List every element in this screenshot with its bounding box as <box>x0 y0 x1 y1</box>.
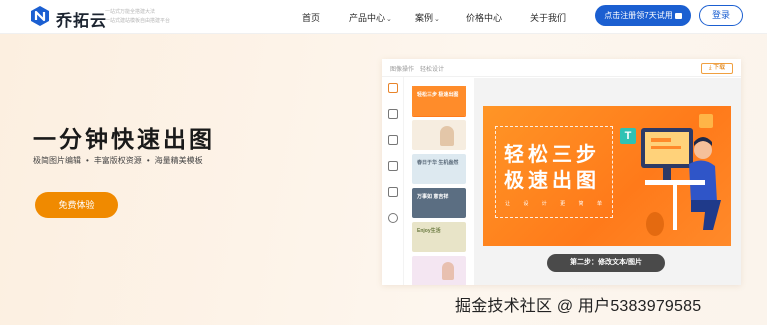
brand-tagline: 一站式万能全搭建大法 一站式建站模板自由搭建平台 <box>105 8 170 26</box>
thumbnail-text: 轻松三步 极速出图 <box>417 92 459 98</box>
breadcrumb-item: 图像操作 <box>390 67 415 73</box>
poster-caption: 让 设 计 更 简 单 <box>505 201 608 207</box>
template-thumbnail[interactable]: 万事如 意吉祥 <box>412 188 466 218</box>
thumbnail-text: 春日于华 生机盎然 <box>417 160 459 166</box>
download-label: 下载 <box>713 65 726 71</box>
template-icon[interactable] <box>388 83 398 93</box>
tagline-line-1: 一站式万能全搭建大法 <box>105 9 156 15</box>
hero-title: 一分钟快速出图 <box>33 126 215 152</box>
background-icon[interactable] <box>388 187 398 197</box>
nav-pricing-label: 价格中心 <box>466 13 503 23</box>
feature-item: 丰富版权资源 <box>93 156 142 165</box>
download-button[interactable]: ⤓ 下载 <box>701 63 733 74</box>
editor-breadcrumb: 图像操作 轻松设计 <box>390 64 450 73</box>
template-thumbnail[interactable] <box>412 120 466 150</box>
nav-products[interactable]: 产品中心⌄ <box>349 11 392 24</box>
gift-icon <box>674 13 682 19</box>
top-header: 乔拓云 一站式万能全搭建大法 一站式建站模板自由搭建平台 首页 产品中心⌄ 案例… <box>0 0 767 34</box>
nav-about-label: 关于我们 <box>530 13 567 23</box>
poster-artwork[interactable]: 轻松三步 极速出图 让 设 计 更 简 单 T <box>483 106 731 246</box>
thumbnail-text: Enjoy生活 <box>417 228 441 234</box>
poster-line-1: 轻松三步 <box>504 144 600 166</box>
editor-toolbar: 图像操作 轻松设计 ⤓ 下载 <box>382 59 741 77</box>
template-thumbnail[interactable]: 春日于华 生机盎然 <box>412 154 466 184</box>
register-trial-label: 点击注册领7天试用 <box>604 11 673 20</box>
poster-line-2: 极速出图 <box>504 170 600 192</box>
register-trial-button[interactable]: 点击注册领7天试用 <box>595 5 691 26</box>
nav-home[interactable]: 首页 <box>302 11 320 24</box>
material-icon[interactable] <box>388 161 398 171</box>
nav-pricing[interactable]: 价格中心 <box>466 11 502 24</box>
template-thumbnail[interactable] <box>412 256 466 285</box>
brand-name[interactable]: 乔拓云 <box>56 7 107 31</box>
tagline-line-2: 一站式建站模板自由搭建平台 <box>105 18 171 24</box>
nav-cases[interactable]: 案例⌄ <box>415 11 440 24</box>
download-icon: ⤓ <box>708 65 712 71</box>
nav-about[interactable]: 关于我们 <box>530 11 566 24</box>
image-icon[interactable] <box>388 135 398 145</box>
hero-section: 一分钟快速出图 极简图片编辑 • 丰富版权资源 • 海量精美模板 免费体验 图像操作 轻松… <box>0 34 767 325</box>
free-trial-button[interactable]: 免费体验 <box>35 192 118 218</box>
person-illustration <box>442 262 454 280</box>
brand-logo-icon[interactable] <box>29 5 51 27</box>
template-thumbnail[interactable]: 轻松三步 极速出图 <box>412 86 466 117</box>
person-illustration <box>440 126 454 146</box>
thumbnail-text: 万事如 意吉祥 <box>417 194 449 200</box>
login-button[interactable]: 登录 <box>699 5 743 26</box>
template-thumbnail-list: 轻松三步 极速出图 春日于华 生机盎然 万事如 意吉祥 Enjoy生活 <box>412 86 466 285</box>
text-icon[interactable] <box>388 109 398 119</box>
breadcrumb-item: 轻松设计 <box>420 67 445 73</box>
bullet-separator: • <box>86 156 89 165</box>
watermark-text: 掘金技术社区 @ 用户5383979585 <box>455 298 702 315</box>
lightbulb-icon <box>699 114 713 128</box>
template-thumbnail[interactable]: Enjoy生活 <box>412 222 466 252</box>
nav-home-label: 首页 <box>302 13 321 23</box>
feature-item: 极简图片编辑 <box>33 156 81 165</box>
feature-item: 海量精美模板 <box>154 156 203 165</box>
editor-tool-rail <box>382 77 404 285</box>
chevron-down-icon: ⌄ <box>434 16 440 23</box>
designer-illustration <box>641 128 721 236</box>
nav-cases-label: 案例 <box>415 13 434 23</box>
hero-features: 极简图片编辑 • 丰富版权资源 • 海量精美模板 <box>33 155 203 166</box>
nav-products-label: 产品中心 <box>349 13 386 23</box>
upload-icon[interactable] <box>388 213 398 223</box>
bullet-separator: • <box>146 156 150 165</box>
step-indicator: 第二步：修改文本/图片 <box>547 254 665 272</box>
chevron-down-icon: ⌄ <box>386 16 392 23</box>
